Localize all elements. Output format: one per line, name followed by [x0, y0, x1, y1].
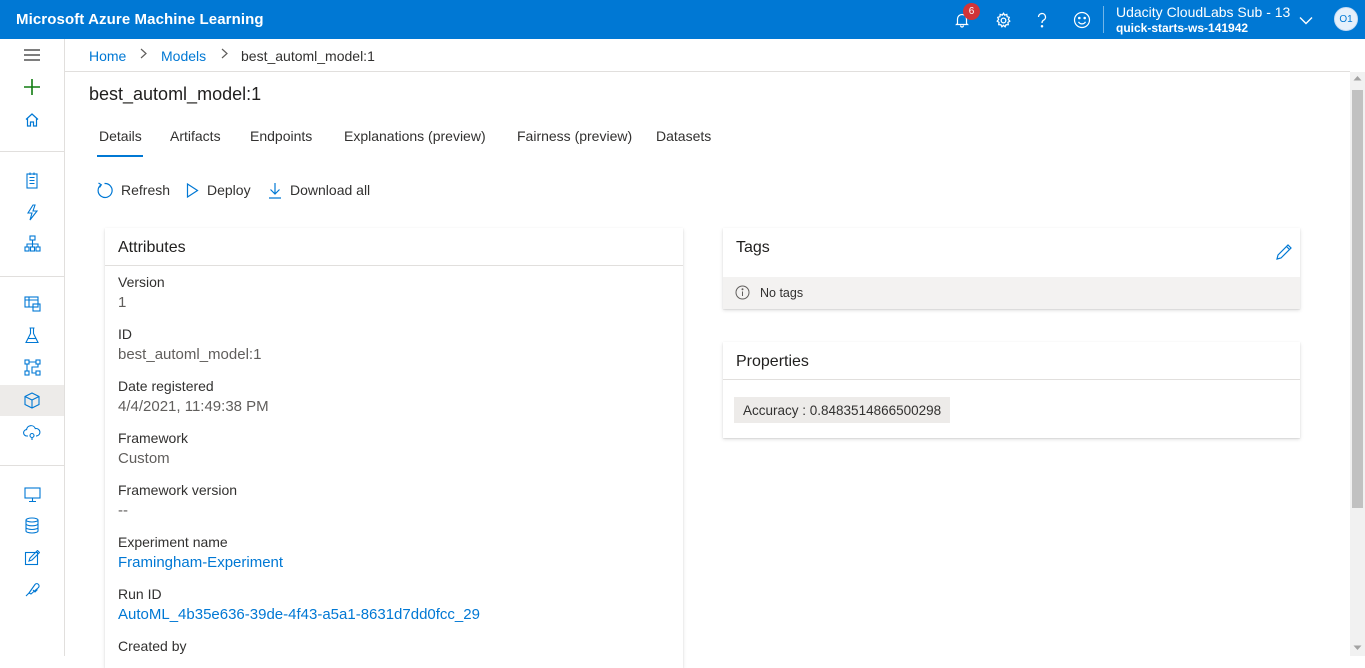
top-bar: Microsoft Azure Machine Learning 6 Udaci…	[0, 0, 1365, 39]
refresh-label: Refresh	[121, 182, 171, 198]
deploy-label: Deploy	[207, 182, 251, 198]
deploy-button[interactable]: Deploy	[186, 180, 251, 200]
tags-card-title: Tags	[736, 239, 770, 256]
download-all-label: Download all	[290, 182, 371, 198]
attr-framework-label: Framework	[118, 430, 189, 446]
topbar-divider	[1103, 6, 1104, 33]
side-navigation	[0, 39, 65, 656]
tab-artifacts[interactable]: Artifacts	[170, 128, 221, 144]
breadcrumb: Home Models best_automl_model:1	[65, 39, 1350, 72]
attr-run-id-label: Run ID	[118, 586, 162, 602]
nav-divider	[0, 151, 64, 152]
app-title[interactable]: Microsoft Azure Machine Learning	[16, 11, 264, 28]
account-switcher[interactable]: Udacity CloudLabs Sub - 13 quick-starts-…	[1116, 4, 1290, 36]
play-icon	[186, 182, 199, 198]
notifications-count-badge: 6	[963, 3, 980, 20]
home-icon[interactable]	[0, 104, 64, 135]
card-divider	[723, 379, 1300, 380]
compute-icon[interactable]	[0, 479, 64, 510]
account-name: Udacity CloudLabs Sub - 13	[1116, 4, 1291, 20]
tab-fairness[interactable]: Fairness (preview)	[517, 128, 632, 144]
attr-framework-version-label: Framework version	[118, 482, 238, 498]
datasets-icon[interactable]	[0, 288, 64, 319]
card-divider	[105, 265, 683, 266]
page-title: best_automl_model:1	[89, 84, 262, 104]
gear-icon[interactable]	[991, 8, 1015, 32]
no-tags-text: No tags	[760, 286, 804, 300]
edit-tags-pencil-icon[interactable]	[1275, 243, 1293, 266]
tab-endpoints[interactable]: Endpoints	[250, 128, 312, 144]
attr-version-value: 1	[118, 294, 127, 311]
chevron-right-icon	[140, 48, 147, 62]
scroll-down-arrow-icon	[1353, 645, 1362, 650]
no-tags-bar: No tags	[723, 277, 1300, 309]
pipelines-icon[interactable]	[0, 352, 64, 383]
attr-experiment-name-label: Experiment name	[118, 534, 228, 550]
info-icon	[735, 285, 750, 305]
help-icon[interactable]	[1030, 8, 1054, 32]
attr-version-label: Version	[118, 274, 165, 290]
scrollbar-thumb[interactable]	[1352, 90, 1363, 508]
properties-card-title: Properties	[736, 353, 809, 370]
refresh-icon	[97, 181, 113, 198]
designer-icon[interactable]	[0, 228, 64, 259]
experiment-name-link[interactable]: Framingham-Experiment	[118, 554, 283, 571]
scroll-up-arrow-icon	[1353, 76, 1362, 81]
refresh-button[interactable]: Refresh	[96, 180, 170, 200]
attr-id-label: ID	[118, 326, 132, 342]
download-all-button[interactable]: Download all	[268, 180, 370, 200]
create-new-plus-icon[interactable]	[0, 71, 64, 102]
breadcrumb-current: best_automl_model:1	[241, 48, 375, 64]
automated-ml-icon[interactable]	[0, 197, 64, 228]
experiments-flask-icon[interactable]	[0, 320, 64, 351]
workspace-name: quick-starts-ws-141942	[1116, 21, 1249, 35]
attr-id-value: best_automl_model:1	[118, 346, 262, 363]
property-chip-accuracy: Accuracy : 0.8483514866500298	[734, 397, 951, 423]
tab-explanations[interactable]: Explanations (preview)	[344, 128, 486, 144]
datastores-icon[interactable]	[0, 510, 64, 541]
models-cube-icon[interactable]	[0, 385, 64, 416]
nav-divider	[0, 465, 64, 466]
active-tab-indicator	[97, 155, 143, 157]
run-id-link[interactable]: AutoML_4b35e636-39de-4f43-a5a1-8631d7dd0…	[118, 606, 480, 623]
breadcrumb-models-link[interactable]: Models	[161, 48, 206, 64]
linked-services-icon[interactable]	[0, 574, 64, 605]
attr-framework-value: Custom	[118, 450, 170, 467]
data-labeling-icon[interactable]	[0, 542, 64, 573]
chevron-right-icon	[221, 48, 228, 62]
properties-card: Properties	[723, 342, 1300, 438]
attributes-card-title: Attributes	[118, 239, 186, 256]
attr-framework-version-value: --	[118, 502, 128, 519]
attr-created-by-label: Created by	[118, 638, 187, 654]
breadcrumb-home-link[interactable]: Home	[89, 48, 126, 64]
attr-date-registered-label: Date registered	[118, 378, 214, 394]
download-icon	[269, 182, 281, 199]
nav-divider	[0, 276, 64, 277]
feedback-smiley-icon[interactable]	[1070, 8, 1094, 32]
tab-details[interactable]: Details	[99, 128, 142, 144]
tab-datasets[interactable]: Datasets	[656, 128, 711, 144]
avatar[interactable]: O1	[1334, 7, 1358, 31]
attributes-card: Attributes	[105, 228, 683, 668]
hamburger-menu-icon[interactable]	[0, 39, 64, 70]
attr-date-registered-value: 4/4/2021, 11:49:38 PM	[118, 398, 269, 415]
endpoints-icon[interactable]	[0, 417, 64, 448]
chevron-down-icon[interactable]	[1294, 8, 1318, 32]
notebooks-icon[interactable]	[0, 165, 64, 196]
